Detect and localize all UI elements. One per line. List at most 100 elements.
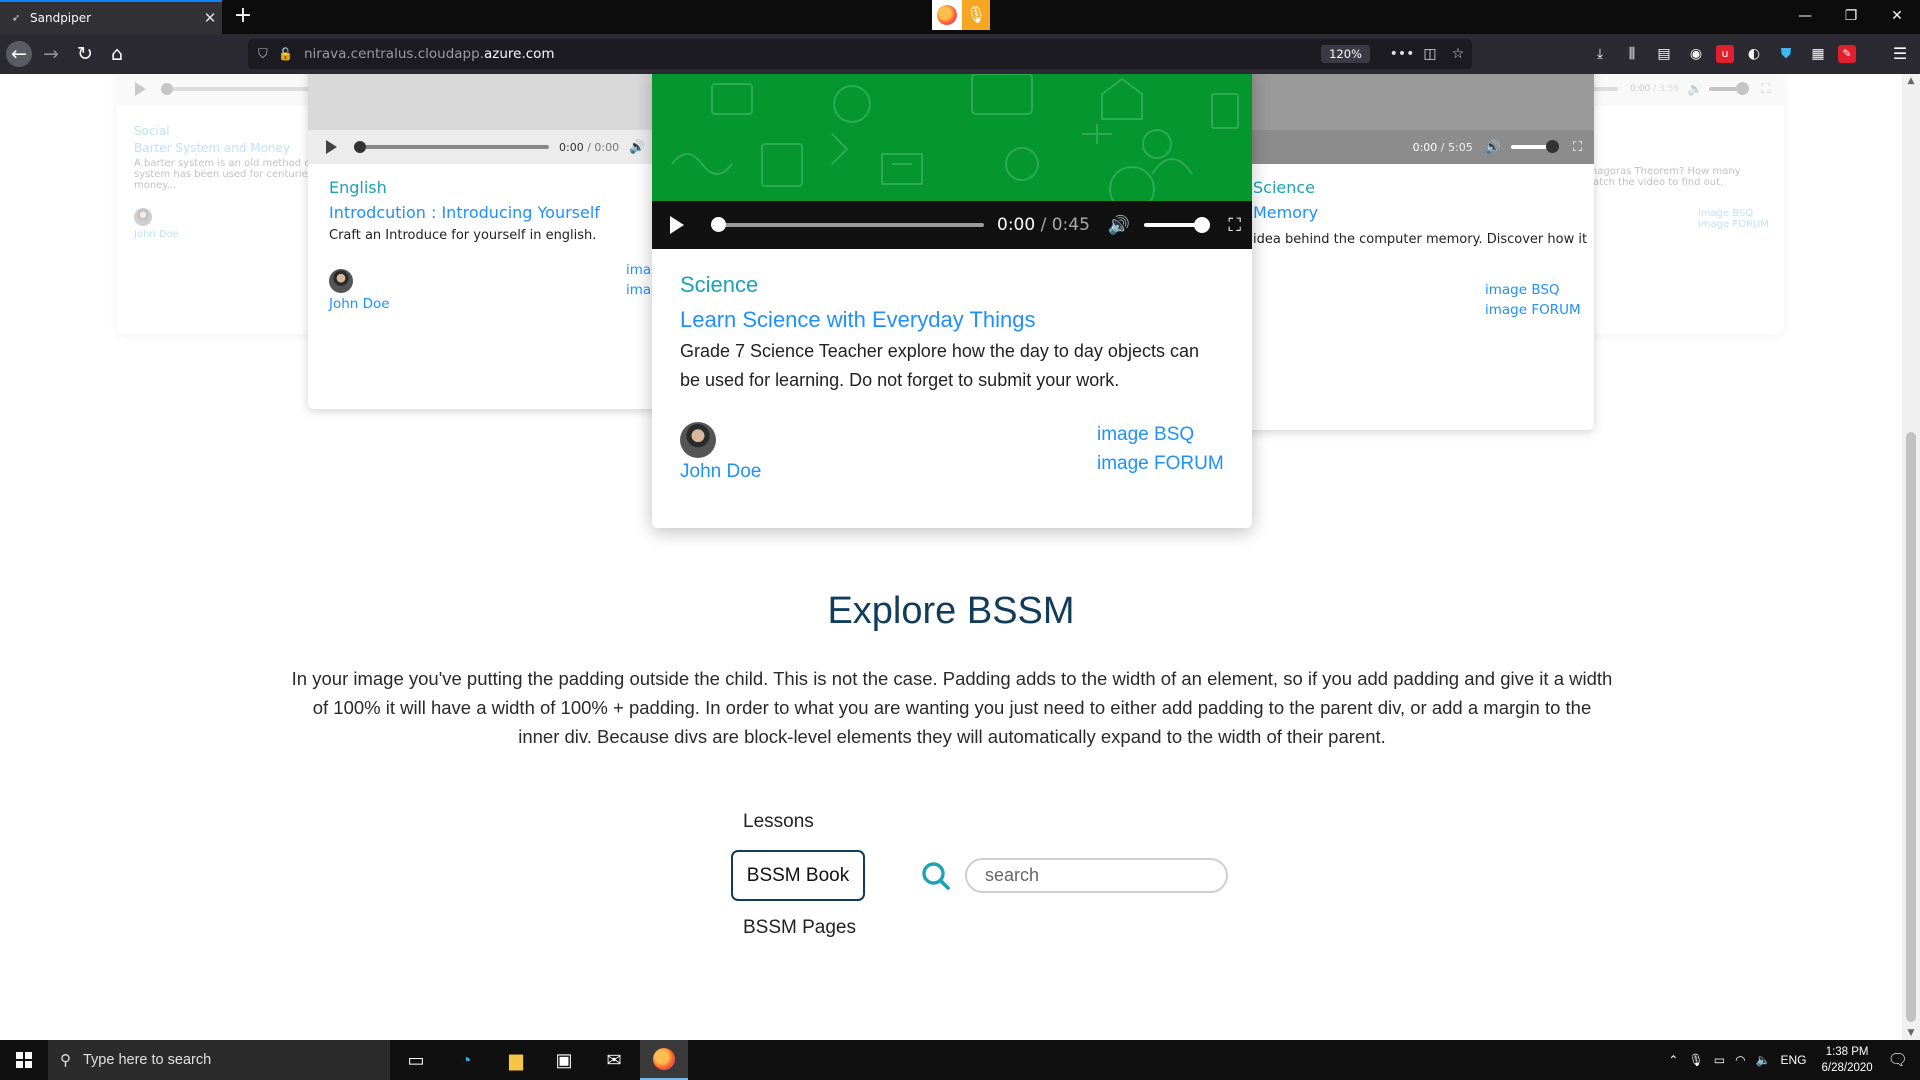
pdf-extension-icon[interactable]: ✎	[1838, 45, 1856, 63]
pocket-icon[interactable]: ◫	[1416, 46, 1444, 62]
insecure-lock-icon[interactable]: 🔓	[278, 47, 300, 61]
account-icon[interactable]: ◉	[1684, 42, 1708, 66]
mail-icon[interactable]: ✉	[590, 1040, 638, 1080]
page-scrollbar[interactable]: ▲ ▼	[1902, 74, 1920, 1040]
progress-track[interactable]	[711, 217, 984, 232]
toolbar-extensions: ⤓ ⫼ ▤ ◉ u ◐ ⛊ ▦ ✎	[1588, 42, 1856, 66]
card-text: English Introdcution : Introducing Yours…	[329, 178, 600, 243]
bookmark-star-icon[interactable]: ☆	[1444, 46, 1472, 62]
sharing-indicator[interactable]: 🎙	[932, 0, 990, 30]
library-icon[interactable]: ⫼	[1620, 42, 1644, 66]
search-input[interactable]	[965, 858, 1228, 893]
microphone-icon[interactable]: 🎙	[1688, 1053, 1703, 1067]
wifi-icon[interactable]: ◠	[1735, 1053, 1745, 1067]
tray-overflow-icon[interactable]: ⌃	[1668, 1053, 1678, 1067]
card-links: image BSQ image FORUM	[1097, 420, 1224, 478]
author-name[interactable]: John Doe	[680, 461, 761, 483]
start-button[interactable]	[0, 1040, 48, 1080]
lesson-card-main[interactable]: 0:00 / 0:45 🔊 ⛶ Science Learn Science wi…	[652, 74, 1252, 528]
image-forum-link[interactable]: image FORUM	[1485, 300, 1581, 320]
fullscreen-icon[interactable]: ⛶	[1228, 215, 1241, 236]
reload-icon[interactable]: ↻	[72, 41, 98, 67]
taskbar-search-box[interactable]: ⚲ Type here to search	[48, 1040, 390, 1080]
nav-bssm-pages[interactable]: BSSM Pages	[743, 917, 856, 939]
card-links: image BSQ image FORUM	[1485, 280, 1581, 320]
scroll-up-arrow-icon[interactable]: ▲	[1902, 76, 1920, 86]
card-subject: English	[329, 178, 387, 197]
video-time: 0:00 / 0:45	[997, 215, 1090, 235]
video-time: 0:00 / 3:56	[1630, 84, 1680, 94]
grid-extension-icon[interactable]: ▦	[1806, 42, 1830, 66]
volume-icon[interactable]: 🔊	[1687, 82, 1703, 97]
edge-icon[interactable]: ◔	[442, 1040, 490, 1080]
play-icon[interactable]	[670, 216, 684, 234]
author-avatar	[329, 269, 353, 293]
video-controls: 0:00 / 0:45 🔊 ⛶	[652, 201, 1252, 249]
image-bsq-link[interactable]: image BSQ	[1097, 420, 1224, 449]
author-avatar	[680, 422, 716, 458]
volume-icon[interactable]: 🔊	[1108, 215, 1130, 236]
notifications-icon[interactable]: 🗨	[1888, 1050, 1908, 1070]
tab-close-icon[interactable]: ✕	[198, 9, 222, 27]
scrollbar-thumb[interactable]	[1906, 432, 1916, 1022]
author-name[interactable]: John Doe	[329, 296, 390, 312]
volume-slider[interactable]	[1709, 82, 1750, 95]
fullscreen-icon[interactable]: ⛶	[1761, 82, 1770, 97]
author-name[interactable]: John Doe	[134, 229, 179, 240]
restore-button[interactable]: ❐	[1828, 0, 1874, 34]
scroll-down-arrow-icon[interactable]: ▼	[1902, 1028, 1920, 1038]
address-bar[interactable]: ⛉ 🔓 nirava.centralus.cloudapp.azure.com …	[248, 39, 1472, 69]
image-forum-link[interactable]: image FORUM	[1097, 449, 1224, 478]
firefox-icon	[653, 1048, 675, 1070]
image-forum-link[interactable]: image FORUM	[1698, 219, 1769, 230]
file-explorer-icon[interactable]: ▆	[492, 1040, 540, 1080]
battery-icon[interactable]: ▭	[1714, 1053, 1725, 1067]
play-icon[interactable]	[135, 82, 146, 96]
page-viewport: Social Barter System and Money A barter …	[0, 74, 1902, 1040]
volume-icon[interactable]: 🔊	[629, 140, 645, 155]
url-text[interactable]: nirava.centralus.cloudapp.azure.com	[300, 46, 1321, 62]
progress-track[interactable]	[354, 141, 549, 153]
bssm-book-button[interactable]: BSSM Book	[731, 850, 865, 901]
card-description: idea behind the computer memory. Discove…	[1253, 232, 1588, 247]
page-actions-icon[interactable]: •••	[1388, 46, 1416, 62]
new-tab-button[interactable]: +	[230, 4, 256, 30]
zoom-level-badge[interactable]: 120%	[1321, 45, 1370, 63]
card-title[interactable]: Introdcution : Introducing Yourself	[329, 203, 600, 222]
volume-icon[interactable]: 🔈	[1756, 1053, 1771, 1067]
tracking-shield-icon[interactable]: ⛉	[258, 47, 278, 62]
fullscreen-icon[interactable]: ⛶	[1573, 140, 1582, 155]
forward-arrow-icon[interactable]: →	[38, 41, 64, 67]
ublock-icon[interactable]: u	[1716, 45, 1734, 63]
minimize-button[interactable]: —	[1782, 0, 1828, 34]
clock[interactable]: 1:38 PM 6/28/2020	[1822, 1044, 1873, 1076]
volume-slider[interactable]	[1144, 217, 1211, 233]
extension-icon[interactable]: ◐	[1742, 42, 1766, 66]
progress-track[interactable]	[161, 83, 316, 95]
tab-title: Sandpiper	[30, 11, 92, 25]
image-bsq-link[interactable]: image BSQ	[1485, 280, 1581, 300]
card-title[interactable]: Learn Science with Everyday Things	[680, 307, 1220, 333]
language-indicator[interactable]: ENG	[1781, 1053, 1807, 1067]
volume-icon[interactable]: 🔊	[1485, 140, 1501, 155]
store-icon[interactable]: ▣	[540, 1040, 588, 1080]
sidebar-icon[interactable]: ▤	[1652, 42, 1676, 66]
image-bsq-link[interactable]: image BSQ	[1698, 208, 1769, 219]
close-window-button[interactable]: ✕	[1874, 0, 1920, 34]
nav-lessons[interactable]: Lessons	[743, 811, 814, 833]
card-text: Science Memory	[1253, 178, 1318, 222]
tab-sandpiper[interactable]: ➶ Sandpiper ✕	[0, 0, 222, 34]
play-icon[interactable]	[326, 140, 337, 154]
back-arrow-icon[interactable]: ←	[6, 41, 32, 67]
card-title[interactable]: Memory	[1253, 203, 1318, 222]
explore-paragraph: In your image you've putting the padding…	[291, 668, 1613, 747]
hamburger-menu-icon[interactable]: ☰	[1888, 42, 1912, 66]
shield-extension-icon[interactable]: ⛊	[1774, 42, 1798, 66]
search-icon[interactable]	[921, 861, 951, 891]
task-view-icon[interactable]: ▭	[392, 1040, 440, 1080]
home-icon[interactable]: ⌂	[104, 41, 130, 67]
doodle-pattern-graphic	[671, 74, 1239, 201]
downloads-icon[interactable]: ⤓	[1588, 42, 1612, 66]
volume-slider[interactable]	[1510, 140, 1559, 153]
firefox-taskbar-icon[interactable]	[640, 1040, 688, 1080]
